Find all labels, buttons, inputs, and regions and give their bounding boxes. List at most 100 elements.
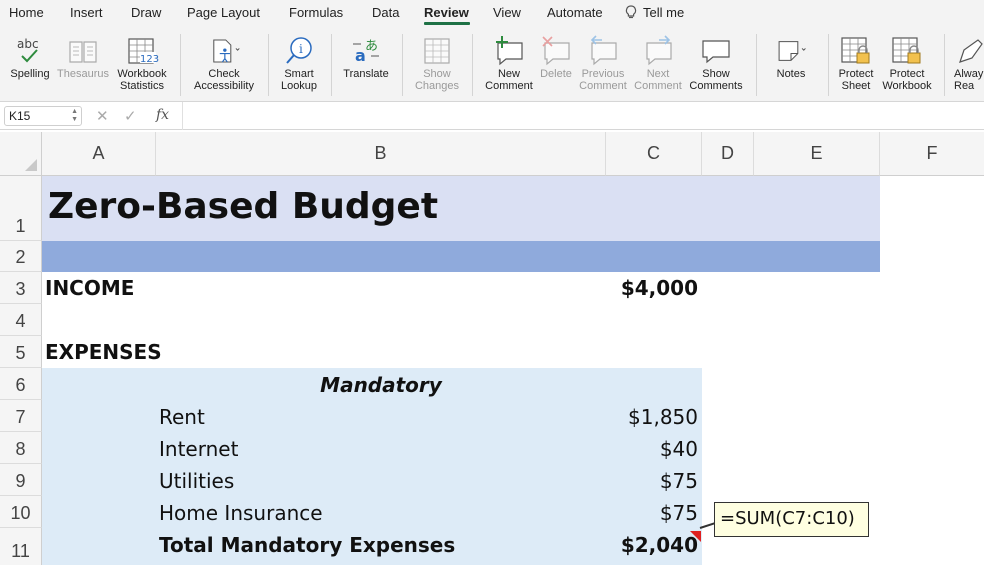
column-header-c[interactable]: C — [606, 132, 702, 176]
ribbon-divider — [180, 34, 181, 96]
new-comment-icon — [492, 34, 526, 68]
column-header-b[interactable]: B — [156, 132, 606, 176]
check-accessibility-button[interactable]: Check Accessibility — [190, 34, 258, 98]
expense-item-label[interactable]: Internet — [159, 437, 238, 461]
row-header-3[interactable]: 3 — [0, 272, 42, 304]
formula-input[interactable] — [182, 102, 984, 130]
row-header-6[interactable]: 6 — [0, 368, 42, 400]
notes-label: Notes — [776, 68, 806, 80]
expense-item-label[interactable]: Utilities — [159, 469, 234, 493]
row-header-8[interactable]: 8 — [0, 432, 42, 464]
row-header-7[interactable]: 7 — [0, 400, 42, 432]
enter-icon[interactable]: ✓ — [124, 107, 137, 125]
row-header-9[interactable]: 9 — [0, 464, 42, 496]
select-all-triangle-icon — [25, 159, 37, 171]
delete-comment-icon — [539, 34, 573, 68]
tab-review[interactable]: Review — [424, 5, 469, 20]
notes-button[interactable]: Notes — [768, 34, 814, 98]
expense-item-value[interactable]: $75 — [606, 469, 698, 493]
row-header-4[interactable]: 4 — [0, 304, 42, 336]
expense-item-label[interactable]: Home Insurance — [159, 501, 323, 525]
previous-comment-button[interactable]: Previous Comment — [576, 34, 630, 98]
tab-view[interactable]: View — [493, 5, 521, 20]
column-header-a[interactable]: A — [42, 132, 156, 176]
ribbon-divider — [402, 34, 403, 96]
translate-label: Translate — [343, 68, 389, 80]
row-header-10[interactable]: 10 — [0, 496, 42, 528]
next-comment-button[interactable]: Next Comment — [632, 34, 684, 98]
row-header-2[interactable]: 2 — [0, 241, 42, 272]
show-changes-button[interactable]: Show Changes — [412, 34, 462, 98]
translate-button[interactable]: aあ Translate — [340, 34, 392, 98]
row-header-5[interactable]: 5 — [0, 336, 42, 368]
protect-workbook-button[interactable]: Protect Workbook — [880, 34, 934, 98]
protect-sheet-icon — [839, 34, 873, 68]
thesaurus-button[interactable]: Thesaurus — [56, 34, 110, 98]
column-header-d[interactable]: D — [702, 132, 754, 176]
active-tab-indicator — [424, 22, 470, 25]
cancel-icon[interactable]: ✕ — [96, 107, 109, 125]
budget-title[interactable]: Zero-Based Budget — [48, 186, 438, 227]
name-box[interactable]: K15 ▲ ▼ — [4, 106, 82, 126]
mandatory-header[interactable]: Mandatory — [156, 373, 606, 397]
menu-bar: Home Insert Draw Page Layout Formulas Da… — [0, 0, 984, 26]
protect-sheet-button[interactable]: Protect Sheet — [834, 34, 878, 98]
show-comments-button[interactable]: Show Comments — [686, 34, 746, 98]
smart-lookup-button[interactable]: i Smart Lookup — [276, 34, 322, 98]
workbook-statistics-button[interactable]: 123 Workbook Statistics — [113, 34, 171, 98]
spelling-label: Spelling — [10, 68, 50, 80]
total-mandatory-label[interactable]: Total Mandatory Expenses — [159, 533, 455, 557]
tab-insert[interactable]: Insert — [70, 5, 103, 20]
delete-comment-label: Delete — [540, 68, 572, 80]
formula-bar: K15 ▲ ▼ ✕ ✓ fx — [0, 102, 984, 130]
smart-lookup-label: Smart Lookup — [280, 68, 318, 92]
tell-me-search[interactable]: Tell me — [625, 5, 684, 20]
expenses-label[interactable]: EXPENSES — [45, 340, 162, 364]
total-mandatory-value[interactable]: $2,040 — [606, 533, 698, 557]
income-label[interactable]: INCOME — [45, 276, 134, 300]
tell-me-label: Tell me — [643, 5, 685, 20]
row-header-1[interactable]: 1 — [0, 176, 42, 241]
expense-item-label[interactable]: Rent — [159, 405, 205, 429]
row-header-11[interactable]: 11 — [0, 528, 42, 565]
name-box-spinner-icon[interactable]: ▲ ▼ — [71, 108, 78, 124]
protect-workbook-label: Protect Workbook — [882, 68, 932, 92]
tab-home[interactable]: Home — [9, 5, 44, 20]
cell-note-tooltip: =SUM(C7:C10) — [714, 502, 869, 537]
next-comment-icon — [641, 34, 675, 68]
ribbon-divider — [828, 34, 829, 96]
delete-comment-button[interactable]: Delete — [536, 34, 576, 98]
income-value[interactable]: $4,000 — [606, 276, 698, 300]
expense-item-value[interactable]: $75 — [606, 501, 698, 525]
smart-lookup-icon: i — [282, 34, 316, 68]
tab-draw[interactable]: Draw — [131, 5, 161, 20]
ribbon-divider — [944, 34, 945, 96]
thesaurus-label: Thesaurus — [57, 68, 109, 80]
always-read-only-button[interactable]: Alway Rea — [954, 34, 984, 98]
spelling-button[interactable]: abc Spelling — [8, 34, 52, 98]
expense-item-value[interactable]: $1,850 — [606, 405, 698, 429]
previous-comment-icon — [586, 34, 620, 68]
insert-function-icon[interactable]: fx — [156, 107, 169, 123]
svg-text:123: 123 — [140, 54, 159, 65]
tab-page-layout[interactable]: Page Layout — [187, 5, 260, 20]
name-box-value: K15 — [9, 109, 31, 123]
column-header-f[interactable]: F — [880, 132, 984, 176]
always-read-icon — [954, 34, 984, 68]
workbook-statistics-icon: 123 — [125, 34, 159, 68]
column-header-e[interactable]: E — [754, 132, 880, 176]
tab-formulas[interactable]: Formulas — [289, 5, 343, 20]
translate-icon: aあ — [349, 34, 383, 68]
show-changes-label: Show Changes — [414, 68, 460, 92]
tab-data[interactable]: Data — [372, 5, 399, 20]
expense-item-value[interactable]: $40 — [606, 437, 698, 461]
select-all-corner[interactable] — [0, 132, 42, 176]
ribbon-divider — [472, 34, 473, 96]
new-comment-button[interactable]: New Comment — [482, 34, 536, 98]
thesaurus-icon — [66, 34, 100, 68]
show-comments-label: Show Comments — [689, 68, 743, 92]
tab-automate[interactable]: Automate — [547, 5, 603, 20]
note-marker-icon[interactable] — [690, 531, 701, 542]
svg-text:あ: あ — [365, 39, 378, 54]
divider-row-fill — [42, 241, 880, 272]
